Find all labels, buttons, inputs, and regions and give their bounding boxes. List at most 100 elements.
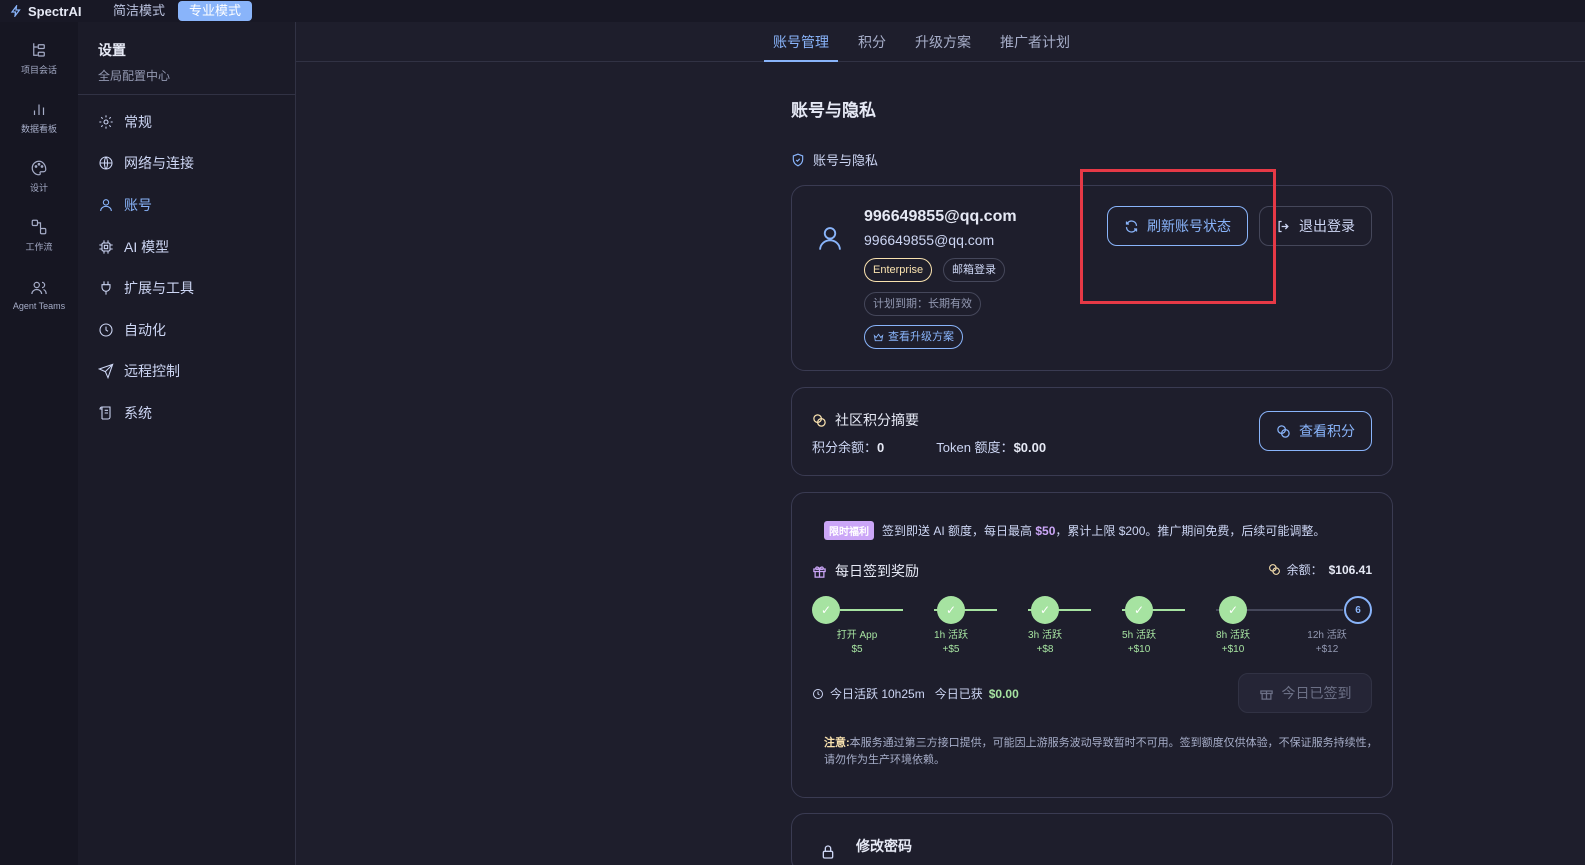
promo-text: 签到即送 AI 额度，每日最高 $50，累计上限 $200。推广期间免费，后续可… <box>882 524 1326 538</box>
token-label: Token 额度： <box>936 440 1014 455</box>
annotation-highlight-box <box>1080 169 1276 304</box>
step-marker: ✓ <box>1031 596 1059 624</box>
shield-icon <box>792 153 804 166</box>
rail-item-workflow[interactable]: 工作流 <box>0 206 78 265</box>
sidebar-item-label: 网络与连接 <box>124 155 194 172</box>
tab-bar: 账号管理 积分 升级方案 推广者计划 <box>296 22 1585 62</box>
users-icon <box>31 281 47 294</box>
view-points-label: 查看积分 <box>1299 423 1355 439</box>
account-privacy-subhead: 账号与隐私 <box>791 150 878 169</box>
step-label: 5h 活跃 +$10 <box>1122 630 1156 655</box>
sidebar-item-label: 远程控制 <box>124 363 180 380</box>
send-icon <box>98 363 114 380</box>
points-balance-value: 0 <box>877 440 885 455</box>
workflow-icon <box>31 219 47 235</box>
step-connector <box>840 609 903 611</box>
scroll-icon <box>99 406 111 420</box>
step-marker: ✓ <box>1125 596 1153 624</box>
main-content: 账号管理 积分 升级方案 推广者计划 账号与隐私 账号与隐私 996649855… <box>296 22 1585 865</box>
sidebar-item-ai-model[interactable]: AI 模型 <box>78 226 295 268</box>
sidebar-item-general[interactable]: 常规 <box>78 101 295 143</box>
points-card: 社区积分摘要 积分余额：0 Token 额度：$0.00 查看积分 <box>791 387 1393 476</box>
password-card: 修改密码 <box>791 813 1393 865</box>
project-tree-icon <box>33 43 45 57</box>
rail-label: 数据看板 <box>20 124 57 134</box>
rail-label: Agent Teams <box>12 300 66 311</box>
avatar-icon <box>819 227 841 250</box>
points-title-label: 社区积分摘要 <box>835 412 919 428</box>
rail-label: 工作流 <box>25 242 53 252</box>
sidebar-item-automation[interactable]: 自动化 <box>78 309 295 351</box>
clock-icon <box>813 688 823 699</box>
rail-item-projects[interactable]: 项目会话 <box>0 29 78 88</box>
earned-label: 今日已获 <box>934 687 983 701</box>
rail-item-design[interactable]: 设计 <box>0 147 78 206</box>
rail-label: 设计 <box>29 183 48 193</box>
sidebar-item-remote[interactable]: 远程控制 <box>78 351 295 393</box>
step-label: 打开 App $5 <box>836 630 878 655</box>
step-label: 12h 活跃 +$12 <box>1307 630 1347 655</box>
view-points-button[interactable]: 查看积分 <box>1259 411 1372 451</box>
bar-chart-icon <box>33 104 45 115</box>
section-title: 账号与隐私 <box>791 101 876 120</box>
active-time: 今日活跃 10h25m <box>830 687 925 701</box>
globe-icon <box>99 156 113 170</box>
daily-reward-title: 每日签到奖励 <box>812 561 919 581</box>
plan-badge: Enterprise <box>864 258 933 282</box>
palette-icon <box>31 160 47 176</box>
rail-item-dashboard[interactable]: 数据看板 <box>0 88 78 147</box>
points-summary: 积分余额：0 Token 额度：$0.00 <box>812 437 1046 456</box>
rail-item-agent-teams[interactable]: Agent Teams <box>0 265 78 324</box>
top-bar: SpectrAI 简洁模式 专业模式 <box>0 0 1585 22</box>
tab-points[interactable]: 积分 <box>849 22 895 62</box>
checked-in-label: 今日已签到 <box>1281 685 1352 701</box>
daily-reward-label: 每日签到奖励 <box>835 563 919 579</box>
sidebar-item-system[interactable]: 系统 <box>78 392 295 434</box>
coins-icon <box>1277 424 1290 438</box>
checkin-card: 限时福利 签到即送 AI 额度，每日最高 $50，累计上限 $200。推广期间免… <box>791 492 1393 798</box>
sidebar-list: 常规 网络与连接 账号 AI 模型 扩展与工具 自动化 远程控制 系统 <box>78 95 295 434</box>
step-label: 1h 活跃 +$5 <box>934 630 968 655</box>
gift-icon <box>813 565 826 578</box>
logout-icon <box>1278 220 1289 232</box>
sidebar-item-network[interactable]: 网络与连接 <box>78 143 295 185</box>
view-upgrade-link[interactable]: 查看升级方案 <box>864 325 963 349</box>
sidebar-item-label: 扩展与工具 <box>124 280 194 297</box>
tab-upgrade[interactable]: 升级方案 <box>907 22 979 62</box>
tab-account[interactable]: 账号管理 <box>764 22 838 62</box>
mode-simple[interactable]: 简洁模式 <box>102 1 176 21</box>
sidebar-title: 设置 <box>98 42 126 58</box>
gear-icon <box>99 115 113 129</box>
gift-icon <box>1259 689 1273 700</box>
sidebar-item-account[interactable]: 账号 <box>78 184 295 226</box>
plan-expiry-badge: 计划到期：长期有效 <box>864 292 981 316</box>
balance-value: $106.41 <box>1328 562 1372 577</box>
coins-icon <box>813 413 826 427</box>
earned-value: $0.00 <box>988 686 1019 701</box>
service-notice: 注意:本服务通过第三方接口提供，可能因上游服务波动导致暂时不可用。签到额度仅供体… <box>824 737 1378 766</box>
step-label: 8h 活跃 +$10 <box>1216 630 1250 655</box>
tab-promoter[interactable]: 推广者计划 <box>992 22 1078 62</box>
rail-label: 项目会话 <box>20 65 57 75</box>
checked-in-button[interactable]: 今日已签到 <box>1238 673 1372 713</box>
step-marker: 6 <box>1344 596 1372 624</box>
sidebar-item-label: 账号 <box>124 196 152 213</box>
step-marker: ✓ <box>937 596 965 624</box>
points-balance-label: 积分余额： <box>812 440 878 455</box>
subhead-label: 账号与隐私 <box>813 153 879 168</box>
lock-icon <box>822 845 834 859</box>
app-name: SpectrAI <box>28 3 82 19</box>
sidebar-item-label: 自动化 <box>124 321 166 338</box>
promo-badge: 限时福利 <box>824 521 874 540</box>
account-email-title: 996649855@qq.com <box>864 208 1017 225</box>
sidebar-item-extensions[interactable]: 扩展与工具 <box>78 267 295 309</box>
sidebar-item-label: 系统 <box>124 404 152 421</box>
mode-pro[interactable]: 专业模式 <box>178 1 253 21</box>
account-email: 996649855@qq.com <box>864 232 995 248</box>
sidebar-item-label: 常规 <box>124 113 152 130</box>
sidebar-subtitle: 全局配置中心 <box>98 69 171 83</box>
user-icon <box>100 199 112 212</box>
sidebar-item-label: AI 模型 <box>124 238 170 255</box>
balance-label: 余额： <box>1286 563 1323 577</box>
icon-rail: 项目会话 数据看板 设计 工作流 Agent Teams <box>0 22 78 865</box>
